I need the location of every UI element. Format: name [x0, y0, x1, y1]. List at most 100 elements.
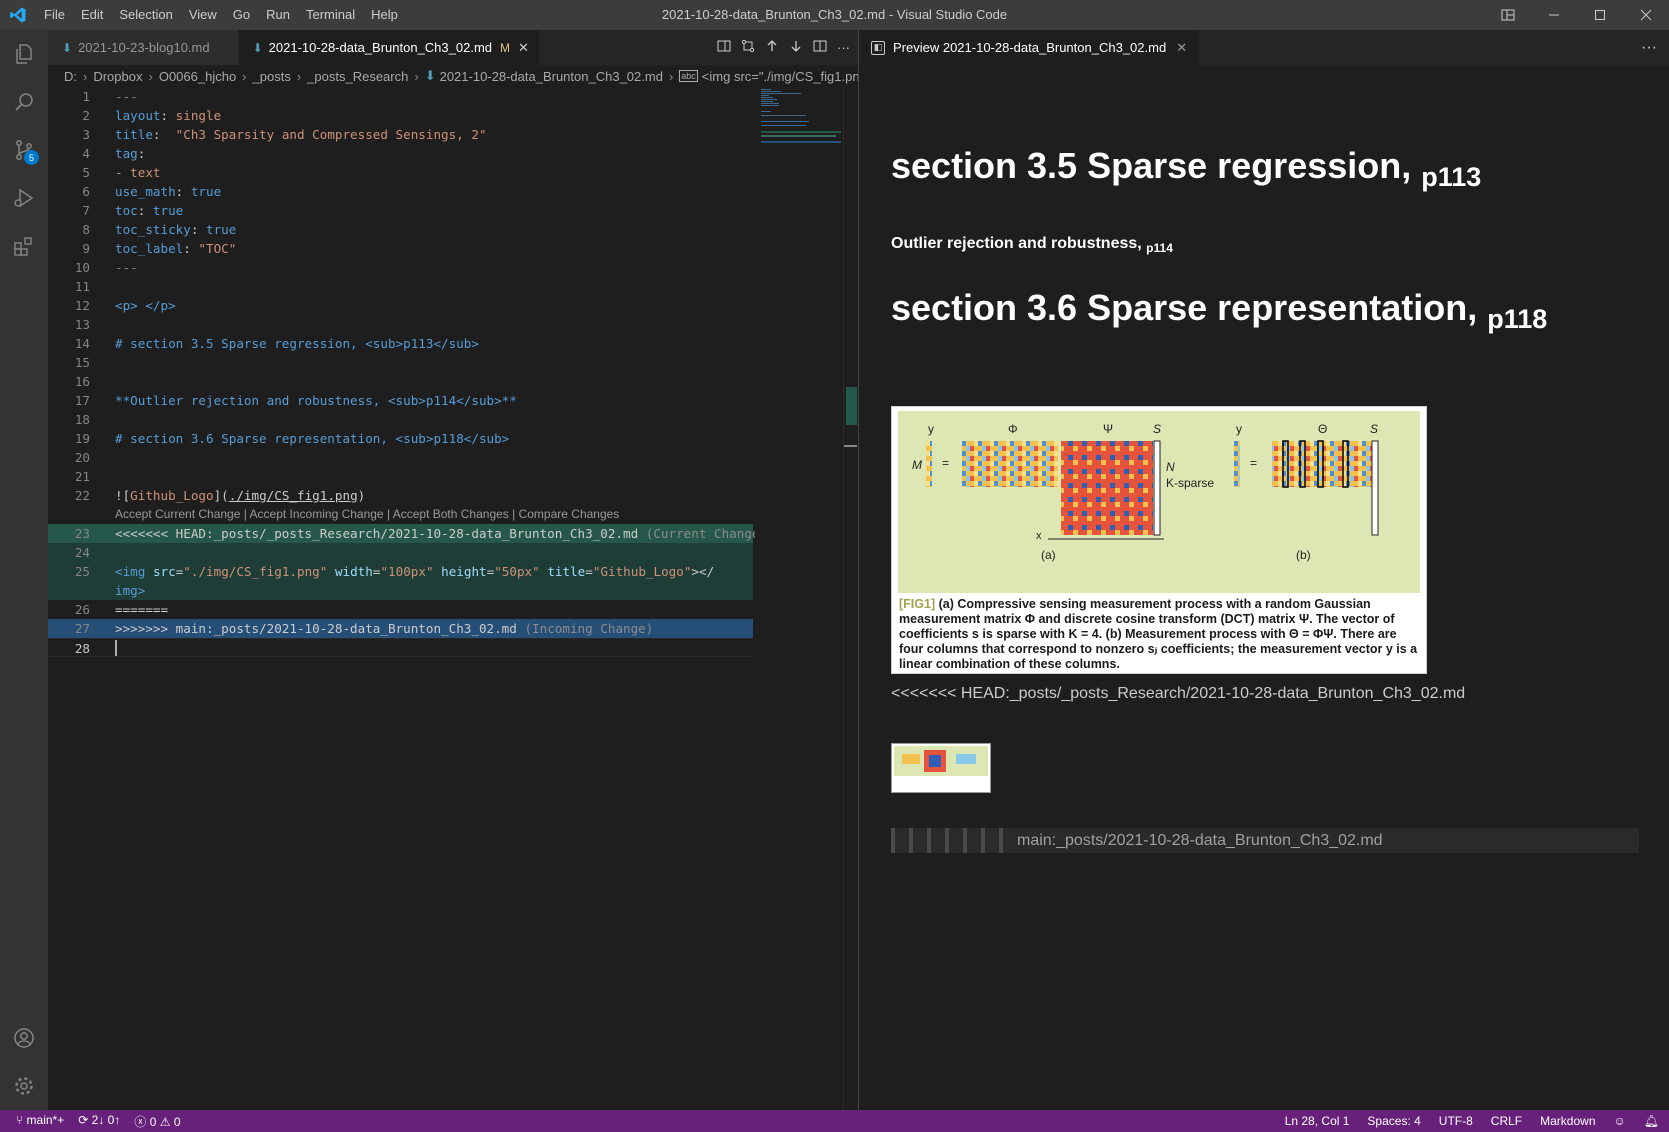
menu-terminal[interactable]: Terminal	[298, 0, 363, 30]
figure-cs-fig1: y M = Φ Ψ S N K-sparse x (a) y = Θ S (b)…	[891, 406, 1427, 674]
source-control-icon[interactable]: 5	[0, 126, 48, 174]
conflict-current-marker: 23 <<<<<<< HEAD:_posts/_posts_Research/20…	[48, 524, 767, 543]
conflict-scroll-marker	[846, 387, 857, 425]
breadcrumb-posts-research[interactable]: _posts_Research	[307, 69, 408, 84]
markdown-file-icon: ⬇	[252, 40, 263, 55]
close-tab-icon[interactable]: ✕	[518, 40, 529, 56]
more-actions-icon[interactable]: ···	[837, 40, 850, 55]
close-button[interactable]	[1623, 0, 1669, 30]
chevron-right-icon: ›	[414, 68, 419, 84]
code-line: 19 # section 3.6 Sparse representation, <…	[74, 431, 510, 446]
status-bar: ⑂ main*+ ⟳ 2↓ 0↑ ⓧ 0 ⚠ 0 Ln 28, Col 1 Sp…	[0, 1110, 1669, 1132]
minimize-button[interactable]	[1531, 0, 1577, 30]
tab-label: 2021-10-28-data_Brunton_Ch3_02.md	[268, 40, 493, 55]
markdown-file-icon: ⬇	[62, 40, 73, 55]
eol[interactable]: CRLF	[1491, 1114, 1522, 1128]
code-line: 18	[74, 412, 90, 427]
split-editor-icon[interactable]	[813, 39, 827, 56]
chevron-right-icon: ›	[296, 68, 302, 84]
code-line: 11	[74, 279, 90, 294]
code-line: 7 toc: true	[82, 203, 184, 218]
code-line: 15	[74, 355, 90, 370]
breadcrumb-posts[interactable]: _posts	[253, 69, 291, 84]
maximize-button[interactable]	[1577, 0, 1623, 30]
menu-selection[interactable]: Selection	[111, 0, 180, 30]
svg-text:=: =	[942, 456, 949, 470]
branch-status[interactable]: ⑂ main*+	[16, 1113, 64, 1130]
symbol-icon: abc	[679, 70, 698, 82]
encoding[interactable]: UTF-8	[1439, 1114, 1473, 1128]
menu-run[interactable]: Run	[258, 0, 298, 30]
merge-codelens[interactable]: Accept Current Change | Accept Incoming …	[48, 505, 753, 524]
github-logo-image	[891, 743, 991, 793]
code-line: 2 layout: single	[82, 108, 222, 123]
run-debug-icon[interactable]	[0, 174, 48, 222]
account-icon[interactable]	[0, 1014, 48, 1062]
more-actions-icon[interactable]: ···	[1641, 30, 1657, 65]
code-line: 5- text	[82, 165, 161, 180]
bell-icon[interactable]: 🔔︎	[1644, 1114, 1659, 1128]
svg-text:=: =	[1250, 456, 1257, 470]
gear-icon[interactable]	[0, 1062, 48, 1110]
conflict-head-text: <<<<<<< HEAD:_posts/_posts_Research/2021…	[891, 685, 1466, 702]
arrow-up-icon[interactable]	[765, 39, 779, 56]
chevron-right-icon: ›	[242, 68, 247, 84]
code-line: 4 tag:	[82, 146, 146, 161]
explorer-icon[interactable]	[0, 30, 48, 78]
svg-text:M: M	[912, 458, 922, 472]
menu-file[interactable]: File	[36, 0, 73, 30]
code-editor[interactable]: 1 --- 2 layout: single 3 title: "Ch3 Sparsi…	[48, 87, 767, 1110]
sync-status[interactable]: ⟳ 2↓ 0↑	[78, 1113, 120, 1130]
close-tab-icon[interactable]: ✕	[1176, 40, 1187, 56]
breadcrumb: D: › Dropbox › O0066_hjcho › _posts › _posts…	[48, 65, 858, 87]
chevron-right-icon: ›	[668, 68, 674, 84]
code-line: 10 ---	[74, 260, 138, 275]
layout-icon[interactable]	[1485, 0, 1531, 30]
editor-tabs: ⬇ 2021-10-23-blog10.md ⬇ 2021-10-28-data…	[48, 30, 858, 65]
code-line: 1 ---	[82, 89, 138, 104]
code-line: 3 title: "Ch3 Sparsity and Compressed Sen…	[82, 127, 487, 142]
indentation[interactable]: Spaces: 4	[1367, 1114, 1420, 1128]
tab-preview[interactable]: ◧ Preview 2021-10-28-data_Brunton_Ch3_02…	[859, 30, 1200, 65]
label-y: y	[928, 422, 934, 436]
title-bar: File Edit Selection View Go Run Terminal…	[0, 0, 1669, 30]
extensions-icon[interactable]	[0, 222, 48, 270]
code-line: 26 =======	[74, 602, 169, 617]
menu-bar: File Edit Selection View Go Run Terminal…	[36, 0, 406, 30]
minimap[interactable]	[755, 87, 843, 1110]
breadcrumb-symbol[interactable]: <img src="./img/CS_fig1.png	[702, 69, 858, 84]
feedback-icon[interactable]: ☺	[1614, 1114, 1626, 1128]
code-line: img>	[48, 581, 753, 600]
compare-changes-icon[interactable]	[741, 39, 755, 56]
cursor-position[interactable]: Ln 28, Col 1	[1285, 1114, 1350, 1128]
breadcrumb-drive[interactable]: D:	[64, 69, 77, 84]
tab-brunton-ch3[interactable]: ⬇ 2021-10-28-data_Brunton_Ch3_02.md M ✕	[238, 30, 540, 65]
code-line: 6 use_math: true	[82, 184, 222, 199]
menu-go[interactable]: Go	[225, 0, 258, 30]
tab-blog10[interactable]: ⬇ 2021-10-23-blog10.md	[48, 30, 239, 65]
status-left: ⑂ main*+ ⟳ 2↓ 0↑ ⓧ 0 ⚠ 0	[0, 1113, 181, 1130]
arrow-down-icon[interactable]	[789, 39, 803, 56]
breadcrumb-dropbox[interactable]: Dropbox	[93, 69, 142, 84]
conflict-main-text: main:_posts/2021-10-28-data_Brunton_Ch3_…	[1017, 831, 1383, 849]
menu-view[interactable]: View	[181, 0, 225, 30]
code-line: 9 toc_label: "TOC"	[82, 241, 237, 256]
vertical-scrollbar[interactable]	[843, 87, 857, 1110]
markdown-file-icon: ⬇	[424, 68, 436, 83]
language-mode[interactable]: Markdown	[1540, 1114, 1595, 1128]
heading-section-3-5: section 3.5 Sparse regression, p113	[891, 145, 1482, 193]
menu-edit[interactable]: Edit	[73, 0, 111, 30]
search-icon[interactable]	[0, 78, 48, 126]
breadcrumb-hjcho[interactable]: O0066_hjcho	[159, 69, 236, 84]
cursor-scroll-marker	[844, 445, 857, 447]
git-branch-icon: ⑂	[16, 1112, 24, 1127]
problems-status[interactable]: ⓧ 0 ⚠ 0	[134, 1113, 180, 1130]
open-preview-icon[interactable]	[717, 39, 731, 56]
breadcrumb-file[interactable]: 2021-10-28-data_Brunton_Ch3_02.md	[440, 69, 663, 84]
svg-text:y: y	[1236, 422, 1242, 436]
source-control-badge: 5	[24, 150, 39, 165]
markdown-preview: ◧ Preview 2021-10-28-data_Brunton_Ch3_02…	[858, 30, 1669, 1110]
svg-text:x: x	[1036, 530, 1042, 542]
svg-text:Ψ: Ψ	[1103, 422, 1113, 436]
menu-help[interactable]: Help	[363, 0, 406, 30]
